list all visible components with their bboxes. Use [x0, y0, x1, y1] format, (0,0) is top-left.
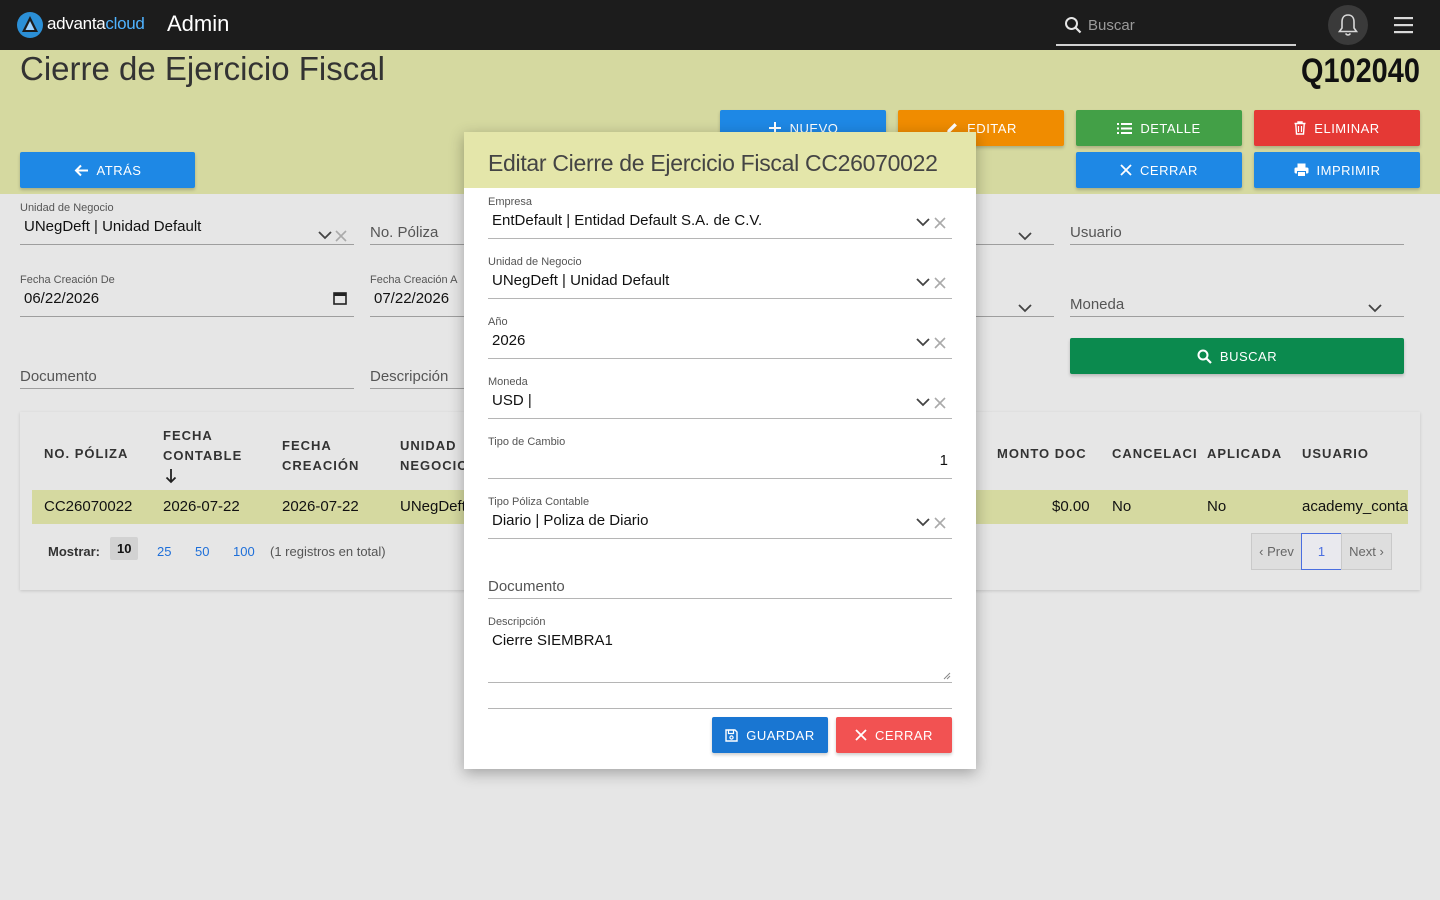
search-input[interactable] — [1088, 12, 1288, 38]
page-size-label: Mostrar: — [48, 544, 101, 559]
global-search — [1056, 8, 1296, 46]
currency-select[interactable]: Moneda USD | — [488, 376, 952, 419]
page-size-50[interactable]: 50 — [195, 544, 209, 559]
search-icon — [1197, 349, 1212, 364]
detail-button[interactable]: DETALLE — [1076, 110, 1242, 146]
calendar-icon[interactable] — [333, 291, 347, 305]
save-button[interactable]: GUARDAR — [712, 717, 828, 753]
chevron-down-icon — [1368, 304, 1382, 313]
trash-icon — [1294, 121, 1306, 135]
arrow-left-icon — [74, 164, 88, 176]
description-filter[interactable]: Descripción — [370, 366, 464, 389]
col-header-cancelacion[interactable]: CANCELACIÓ — [1112, 444, 1198, 464]
chevron-down-icon — [318, 231, 332, 240]
col-header-fecha-creacion[interactable]: FECHA CREACIÓN — [282, 436, 359, 476]
print-button[interactable]: IMPRIMIR — [1254, 152, 1420, 188]
clear-icon[interactable] — [335, 230, 347, 242]
col-header-fecha-contable[interactable]: FECHA CONTABLE — [163, 426, 242, 466]
date-to-filter[interactable]: Fecha Creación A 07/22/2026 — [370, 274, 464, 317]
hamburger-menu-icon[interactable] — [1392, 14, 1416, 36]
close-icon — [1120, 164, 1132, 176]
bell-icon — [1337, 14, 1359, 36]
col-header-unidad-negocio[interactable]: UNIDAD NEGOCIO — [400, 436, 468, 476]
cell-monto-doc: $0.00 — [1052, 498, 1090, 515]
records-total: (1 registros en total) — [270, 544, 386, 559]
resize-handle-icon[interactable] — [943, 672, 951, 680]
hidden-select-filter[interactable] — [976, 222, 1054, 245]
clear-icon[interactable] — [934, 337, 946, 349]
app-title: Admin — [167, 11, 230, 36]
printer-icon — [1294, 163, 1309, 177]
business-unit-filter[interactable]: Unidad de Negocio UNegDeft | Unidad Defa… — [20, 202, 354, 245]
chevron-down-icon — [916, 278, 930, 287]
document-input[interactable]: Documento — [488, 578, 952, 599]
page-size-10[interactable]: 10 — [110, 537, 139, 560]
dialog-title: Editar Cierre de Ejercicio Fiscal CC2607… — [488, 150, 938, 176]
prev-page-button[interactable]: ‹ Prev — [1251, 533, 1302, 570]
chevron-down-icon — [1018, 304, 1032, 313]
chevron-down-icon — [916, 338, 930, 347]
cell-fecha-creacion: 2026-07-22 — [282, 498, 359, 515]
close-page-button[interactable]: CERRAR — [1076, 152, 1242, 188]
search-button[interactable]: BUSCAR — [1070, 338, 1404, 374]
chevron-down-icon — [916, 518, 930, 527]
clear-icon[interactable] — [934, 277, 946, 289]
brand-name: advantacloud — [47, 14, 145, 33]
page-1-button[interactable]: 1 — [1301, 533, 1342, 570]
exchange-rate-input[interactable]: Tipo de Cambio 1 — [488, 436, 952, 479]
page-title: Cierre de Ejercicio Fiscal — [20, 50, 385, 87]
cell-usuario: academy_conta — [1302, 498, 1408, 515]
clear-icon[interactable] — [934, 397, 946, 409]
top-bar: advantacloud Admin — [0, 0, 1440, 50]
date-from-filter[interactable]: Fecha Creación De 06/22/2026 — [20, 274, 354, 317]
list-icon — [1117, 122, 1133, 134]
cell-aplicada: No — [1207, 498, 1227, 515]
company-select[interactable]: Empresa EntDefault | Entidad Default S.A… — [488, 196, 952, 239]
hidden-select-filter-2[interactable] — [976, 294, 1054, 317]
search-icon — [1065, 17, 1082, 34]
clear-icon[interactable] — [934, 517, 946, 529]
cell-unidad: UNegDeft — [400, 498, 466, 515]
chevron-down-icon — [916, 218, 930, 227]
year-select[interactable]: Año 2026 — [488, 316, 952, 359]
dialog-header: Editar Cierre de Ejercicio Fiscal CC2607… — [464, 132, 976, 188]
next-page-button[interactable]: Next › — [1341, 533, 1392, 570]
policy-type-select[interactable]: Tipo Póliza Contable Diario | Poliza de … — [488, 496, 952, 539]
dialog-divider — [488, 708, 952, 709]
chevron-down-icon — [1018, 232, 1032, 241]
back-button[interactable]: ATRÁS — [20, 152, 195, 188]
cancel-dialog-button[interactable]: CERRAR — [836, 717, 952, 753]
policy-number-filter[interactable]: No. Póliza — [370, 222, 464, 245]
col-header-aplicada[interactable]: APLICADA — [1207, 444, 1282, 464]
cell-fecha-contable: 2026-07-22 — [163, 498, 240, 515]
col-header-usuario[interactable]: USUARIO — [1302, 444, 1369, 464]
close-icon — [855, 729, 867, 741]
clear-icon[interactable] — [934, 217, 946, 229]
description-textarea[interactable]: Descripción Cierre SIEMBRA1 — [488, 616, 952, 683]
business-unit-select[interactable]: Unidad de Negocio UNegDeft | Unidad Defa… — [488, 256, 952, 299]
sort-arrow-down-icon — [165, 469, 177, 484]
currency-filter[interactable]: Moneda — [1070, 294, 1404, 317]
floppy-disk-icon — [725, 728, 738, 742]
cell-no-poliza: CC26070022 — [44, 498, 133, 515]
record-code: Q102040 — [1301, 52, 1420, 90]
chevron-down-icon — [916, 398, 930, 407]
advanta-logo-icon — [17, 12, 43, 38]
notifications-button[interactable] — [1328, 5, 1368, 45]
cell-cancelacion: No — [1112, 498, 1132, 515]
delete-button[interactable]: ELIMINAR — [1254, 110, 1420, 146]
page-size-100[interactable]: 100 — [233, 544, 255, 559]
page-size-25[interactable]: 25 — [157, 544, 171, 559]
document-filter[interactable]: Documento — [20, 366, 354, 389]
col-header-no-poliza[interactable]: NO. PÓLIZA — [44, 444, 128, 464]
col-header-monto-doc[interactable]: MONTO DOC — [997, 444, 1087, 464]
edit-dialog: Editar Cierre de Ejercicio Fiscal CC2607… — [464, 132, 976, 769]
user-filter[interactable]: Usuario — [1070, 222, 1404, 245]
